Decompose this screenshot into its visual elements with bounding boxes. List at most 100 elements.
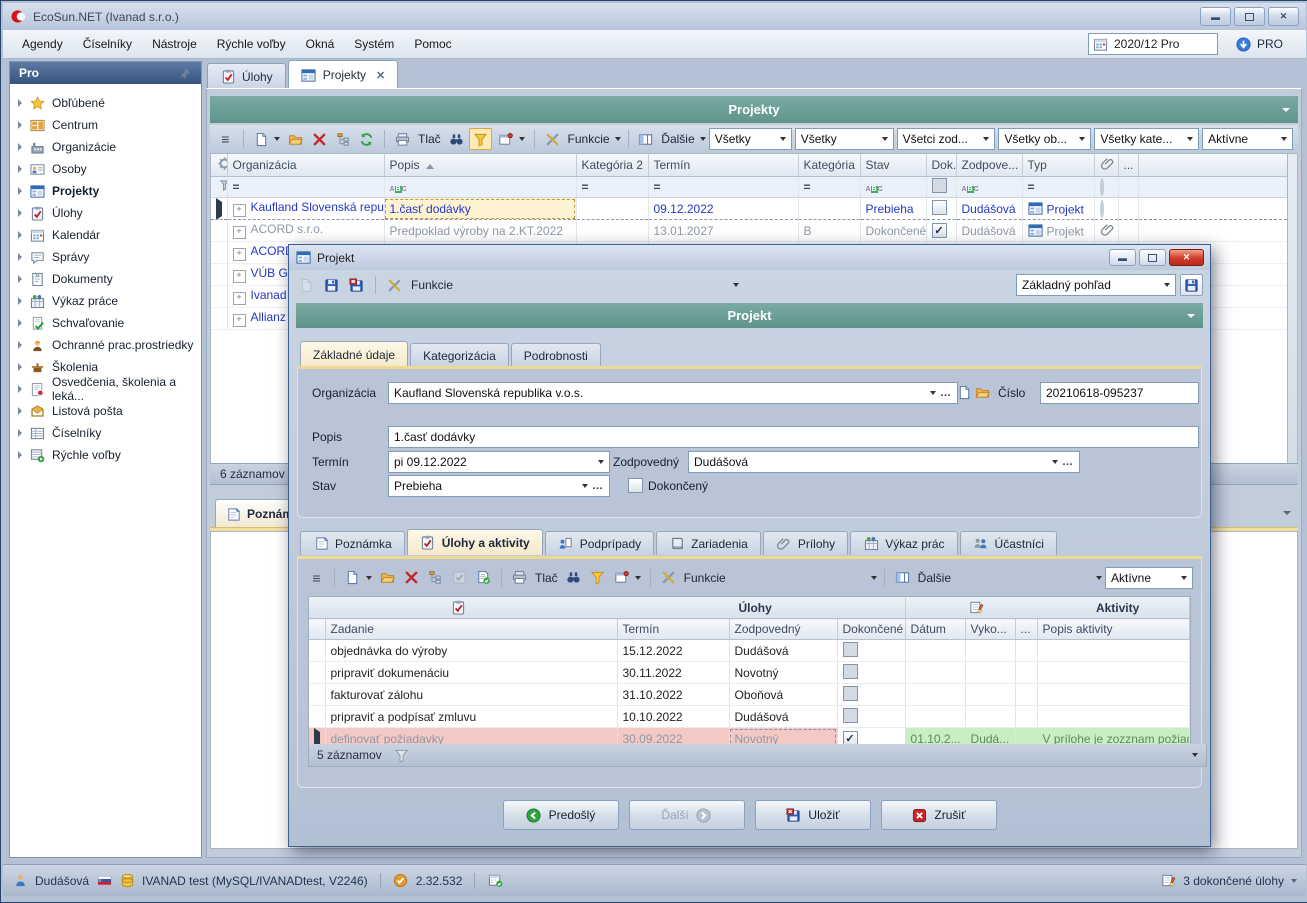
expand-icon[interactable]	[233, 226, 246, 239]
tab-projekty[interactable]: Projekty ✕	[288, 60, 399, 89]
menu-nastroje[interactable]: Nástroje	[142, 33, 207, 55]
col-kategoria[interactable]: Kategória	[798, 154, 860, 177]
col-zodpovedny[interactable]: Zodpovedný	[729, 619, 837, 640]
subtab-podpripady[interactable]: Podprípady	[545, 531, 654, 555]
print-icon[interactable]	[392, 129, 413, 149]
col-termin[interactable]: Termín	[648, 154, 798, 177]
sidebar-item-rychle-volby[interactable]: Rýchle voľby	[10, 444, 201, 466]
functions-label[interactable]: Funkcie	[568, 132, 610, 146]
new-window-icon[interactable]	[611, 568, 632, 588]
lookup-ellipsis[interactable]: …	[592, 480, 604, 492]
doc-check-icon[interactable]	[473, 568, 494, 588]
done-checkbox[interactable]	[843, 708, 858, 723]
filter-funnel-icon[interactable]	[587, 568, 608, 588]
project-row-2[interactable]: ACORD s.r.o. Predpoklad výroby na 2.KT.2…	[211, 220, 1288, 242]
expand-icon[interactable]	[233, 292, 246, 305]
subtab-poznamka[interactable]: Poznámka	[300, 531, 405, 555]
new-record-dropdown[interactable]	[274, 137, 280, 141]
filter-funnel-icon[interactable]	[469, 128, 492, 150]
tasks-filter-combo[interactable]: Aktívne	[1105, 567, 1193, 589]
cancel-button[interactable]: Zrušiť	[881, 800, 997, 830]
col-termin[interactable]: Termín	[617, 619, 729, 640]
dialog-minimize-button[interactable]: ▬	[1109, 249, 1136, 266]
print-label[interactable]: Tlač	[535, 571, 558, 585]
menu-pomoc[interactable]: Pomoc	[404, 33, 461, 55]
sidebar-item-listova-posta[interactable]: Listová pošta	[10, 400, 201, 422]
subtab-ulohy-a-aktivity[interactable]: Úlohy a aktivity	[407, 529, 543, 555]
col-dokoncene[interactable]: Dokončené	[837, 619, 905, 640]
subtab-prilohy[interactable]: Prílohy	[763, 531, 848, 555]
col-overflow[interactable]: ...	[1118, 154, 1138, 177]
stav-combo[interactable]: Prebieha …	[388, 475, 610, 497]
new-doc-icon[interactable]	[956, 384, 972, 400]
sidebar-item-ochranne[interactable]: Ochranné prac.prostriedky	[10, 334, 201, 356]
more-dropdown[interactable]	[1096, 576, 1102, 580]
expand-icon[interactable]	[233, 314, 246, 327]
new-window-dropdown[interactable]	[635, 576, 641, 580]
filter-kategoria2[interactable]: =	[576, 177, 648, 198]
new-window-icon[interactable]	[495, 129, 516, 149]
dialog-close-button[interactable]: ✕	[1169, 249, 1204, 266]
functions-dropdown[interactable]	[615, 137, 621, 141]
open-record-icon[interactable]	[285, 129, 306, 149]
sidebar-item-osoby[interactable]: Osoby	[10, 158, 201, 180]
functions-icon[interactable]	[658, 568, 679, 588]
slovak-flag-icon[interactable]	[96, 873, 112, 889]
save-icon[interactable]	[321, 275, 342, 295]
tree-view-icon[interactable]	[333, 129, 354, 149]
filter-dropdown[interactable]	[1192, 753, 1198, 757]
filter-kategoria[interactable]: =	[798, 177, 860, 198]
status-done-tasks[interactable]: 3 dokončené úlohy	[1183, 874, 1284, 888]
save-view-icon[interactable]	[1180, 274, 1203, 296]
combo-arrow-icon[interactable]	[930, 391, 936, 395]
tab-zakladne-udaje[interactable]: Základné údaje	[300, 341, 408, 367]
expand-icon[interactable]	[233, 248, 246, 261]
filter-zodpovedny[interactable]: ABC	[956, 177, 1022, 198]
done-tasks-dropdown[interactable]	[1291, 879, 1297, 883]
sidebar-item-spravy[interactable]: Správy	[10, 246, 201, 268]
col-overflow[interactable]: ...	[1015, 619, 1037, 640]
delete-record-icon[interactable]	[309, 129, 330, 149]
sidebar-item-projekty[interactable]: Projekty	[10, 180, 201, 202]
filter-combo-responsible[interactable]: Všetci zod...	[897, 128, 996, 150]
print-icon[interactable]	[509, 568, 530, 588]
sidebar-item-kalendar[interactable]: Kalendár	[10, 224, 201, 246]
organizacia-combo[interactable]: Kaufland Slovenská republika v.o.s. …	[388, 382, 958, 404]
pin-icon[interactable]	[176, 65, 192, 81]
sidebar-item-ulohy[interactable]: Úlohy	[10, 202, 201, 224]
filter-dokoncene[interactable]	[926, 177, 956, 198]
col-zadanie[interactable]: Zadanie	[325, 619, 617, 640]
task-row-1[interactable]: objednávka do výroby 15.12.2022 Dudášová	[309, 640, 1190, 662]
view-selector[interactable]: Základný pohľad	[1016, 274, 1176, 296]
done-checkbox[interactable]	[843, 686, 858, 701]
status-version[interactable]: 2.32.532	[416, 874, 463, 888]
functions-label[interactable]: Funkcie	[411, 278, 453, 292]
header-dropdown-icon[interactable]	[1282, 108, 1290, 112]
tab-close-icon[interactable]: ✕	[376, 69, 385, 82]
delete-record-icon[interactable]	[401, 568, 422, 588]
tab-ulohy[interactable]: Úlohy	[207, 63, 286, 89]
sidebar-item-vykaz-prace[interactable]: Výkaz práce	[10, 290, 201, 312]
functions-dropdown[interactable]	[733, 283, 739, 287]
toolbar-menu-icon[interactable]: ≡	[306, 568, 327, 588]
refresh-icon[interactable]	[357, 129, 378, 149]
sidebar-item-dokumenty[interactable]: Dokumenty	[10, 268, 201, 290]
filter-combo-active[interactable]: Aktívne	[1202, 128, 1293, 150]
menu-agendy[interactable]: Agendy	[12, 33, 73, 55]
new-record-icon[interactable]	[342, 568, 363, 588]
filter-combo-category[interactable]: Všetky kate...	[1094, 128, 1199, 150]
sidebar-item-schvalovanie[interactable]: Schvaľovanie	[10, 312, 201, 334]
functions-label[interactable]: Funkcie	[684, 571, 726, 585]
functions-icon[interactable]	[384, 275, 405, 295]
col-attachment[interactable]	[1094, 154, 1118, 177]
search-binoculars-icon[interactable]	[563, 568, 584, 588]
cislo-input[interactable]: 20210618-095237	[1040, 382, 1199, 404]
subtab-vykaz-prac[interactable]: Výkaz prác	[850, 531, 957, 555]
menu-rychle-volby[interactable]: Rýchle voľby	[207, 33, 296, 55]
dokonceny-checkbox[interactable]	[628, 478, 643, 493]
col-zodpovedny[interactable]: Zodpove...	[956, 154, 1022, 177]
tree-view-icon[interactable]	[425, 568, 446, 588]
expand-icon[interactable]	[233, 204, 246, 217]
new-window-dropdown[interactable]	[519, 137, 525, 141]
col-organizacia[interactable]: Organizácia	[227, 154, 384, 177]
